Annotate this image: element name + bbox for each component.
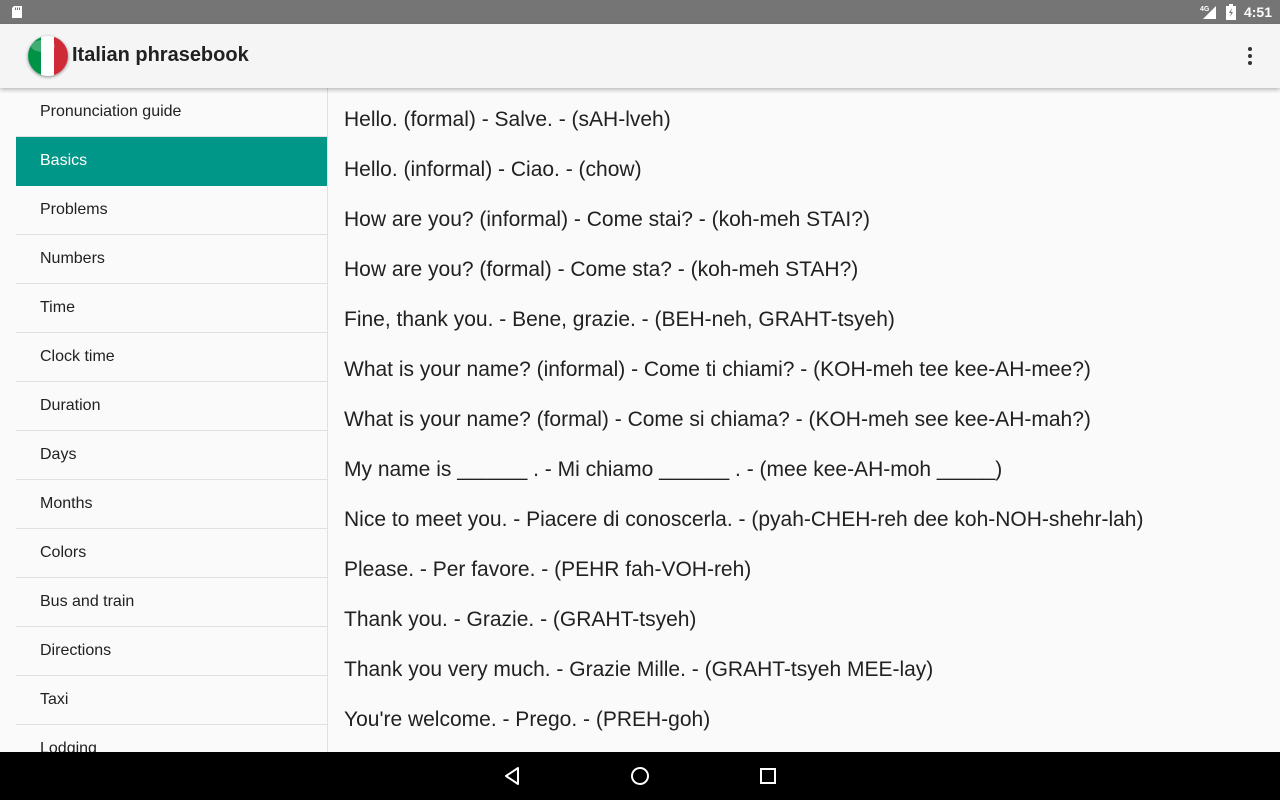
sidebar-item-pronunciation-guide[interactable]: Pronunciation guide	[16, 88, 327, 137]
back-icon[interactable]	[500, 764, 524, 788]
app-bar: Italian phrasebook	[0, 24, 1280, 88]
phrase-list: Hello. (formal) - Salve. - (sAH-lveh) He…	[328, 88, 1280, 752]
sidebar-item-lodging[interactable]: Lodging	[16, 725, 327, 752]
more-vert-icon[interactable]	[1238, 44, 1262, 68]
sidebar-item-duration[interactable]: Duration	[16, 382, 327, 431]
sidebar-item-numbers[interactable]: Numbers	[16, 235, 327, 284]
signal-icon: 4G	[1200, 6, 1216, 19]
recents-icon[interactable]	[756, 764, 780, 788]
phrase-item[interactable]: You're welcome. - Prego. - (PREH-goh)	[328, 695, 1280, 745]
sidebar-item-basics[interactable]: Basics	[16, 137, 327, 186]
phrase-item[interactable]: Thank you very much. - Grazie Mille. - (…	[328, 645, 1280, 695]
status-time: 4:51	[1243, 4, 1272, 20]
home-icon[interactable]	[628, 764, 652, 788]
sidebar-item-time[interactable]: Time	[16, 284, 327, 333]
sidebar-item-days[interactable]: Days	[16, 431, 327, 480]
phrase-item[interactable]: How are you? (informal) - Come stai? - (…	[328, 195, 1280, 245]
phrase-item[interactable]: Fine, thank you. - Bene, grazie. - (BEH-…	[328, 295, 1280, 345]
sidebar-item-bus-and-train[interactable]: Bus and train	[16, 578, 327, 627]
phrase-item[interactable]: My name is ______ . - Mi chiamo ______ .…	[328, 445, 1280, 495]
sidebar-item-months[interactable]: Months	[16, 480, 327, 529]
sidebar-item-taxi[interactable]: Taxi	[16, 676, 327, 725]
phrase-item[interactable]: What is your name? (formal) - Come si ch…	[328, 395, 1280, 445]
italy-flag-icon	[28, 36, 68, 76]
sidebar: Pronunciation guide Basics Problems Numb…	[0, 88, 328, 752]
phrase-item[interactable]: Please. - Per favore. - (PEHR fah-VOH-re…	[328, 545, 1280, 595]
system-nav-bar	[0, 752, 1280, 800]
network-type: 4G	[1200, 6, 1210, 13]
app-title: Italian phrasebook	[72, 44, 249, 66]
status-bar: 4G 4:51	[0, 0, 1280, 24]
phrase-item[interactable]: Thank you. - Grazie. - (GRAHT-tsyeh)	[328, 595, 1280, 645]
sidebar-item-clock-time[interactable]: Clock time	[16, 333, 327, 382]
phrase-item[interactable]: What is your name? (informal) - Come ti …	[328, 345, 1280, 395]
sidebar-item-problems[interactable]: Problems	[16, 186, 327, 235]
phrase-item[interactable]: Hello. (formal) - Salve. - (sAH-lveh)	[328, 95, 1280, 145]
phrase-item[interactable]: Hello. (informal) - Ciao. - (chow)	[328, 145, 1280, 195]
phrase-item[interactable]: How are you? (formal) - Come sta? - (koh…	[328, 245, 1280, 295]
sidebar-item-colors[interactable]: Colors	[16, 529, 327, 578]
sd-card-icon	[12, 6, 22, 18]
sidebar-item-directions[interactable]: Directions	[16, 627, 327, 676]
battery-icon	[1225, 4, 1236, 20]
phrase-item[interactable]: Nice to meet you. - Piacere di conoscerl…	[328, 495, 1280, 545]
